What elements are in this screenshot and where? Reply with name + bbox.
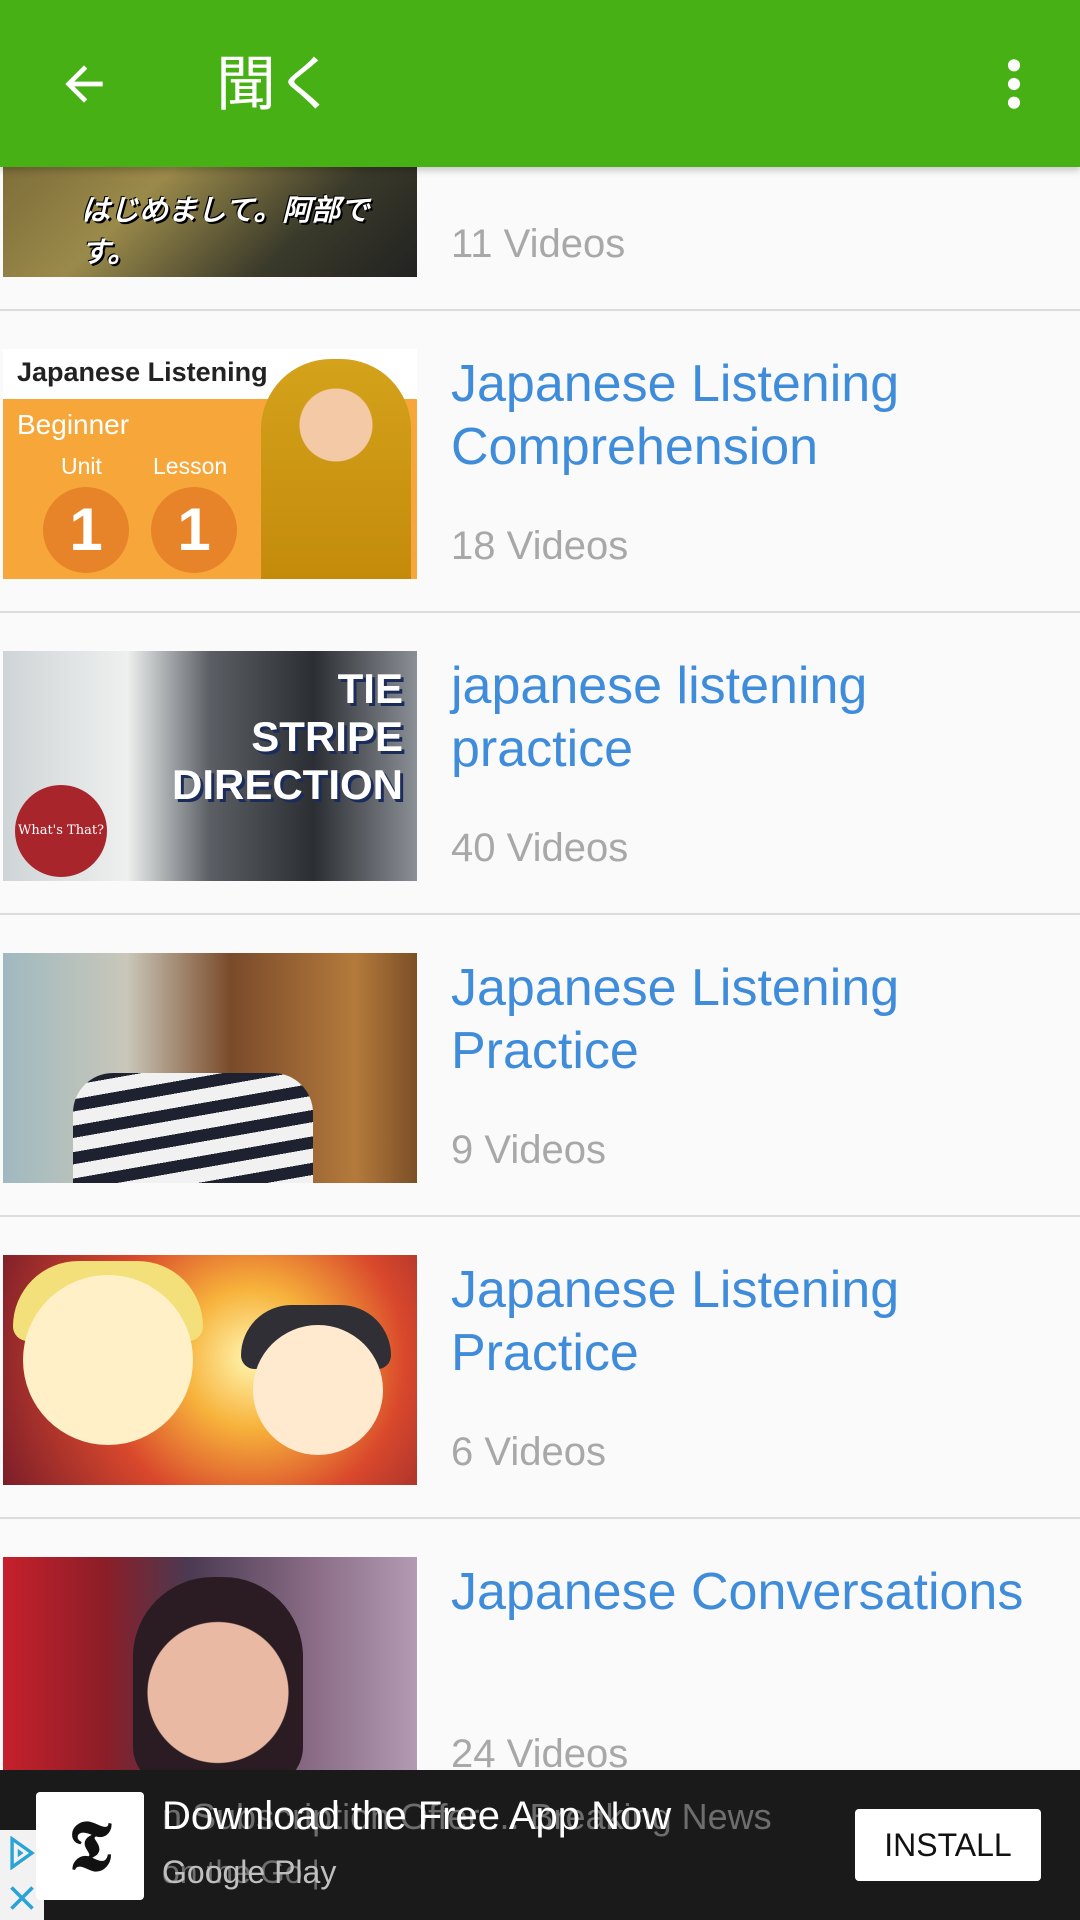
list-item[interactable]: Japanese Listening Beginner Unit Lesson … bbox=[0, 311, 1080, 613]
playlist-thumbnail: Japanese Listening Beginner Unit Lesson … bbox=[3, 349, 417, 579]
page-title: 聞く bbox=[216, 50, 336, 120]
thumbnail-level: Beginner bbox=[17, 409, 130, 440]
playlist-title: Japanese Conversations bbox=[451, 1563, 1024, 1621]
playlist-thumbnail bbox=[3, 953, 417, 1183]
video-count: 11 Videos bbox=[451, 222, 626, 266]
advertiser-logo: 𝕿 bbox=[36, 1792, 144, 1900]
ad-subtitle: Google Play bbox=[162, 1854, 337, 1890]
playlist-list: はじめまして。阿部です。 11 Videos Japanese Listenin… bbox=[0, 0, 1080, 1920]
thumbnail-character bbox=[23, 1275, 193, 1445]
back-button[interactable] bbox=[44, 44, 124, 124]
playlist-thumbnail bbox=[3, 1557, 417, 1797]
playlist-title: Japanese Listening Practice bbox=[451, 1261, 900, 1382]
ad-banner[interactable]: 𝕿 n Subscription Offer ... Breaking News… bbox=[0, 1770, 1080, 1920]
list-item[interactable]: Japanese Listening Practice 6 Videos bbox=[0, 1217, 1080, 1519]
thumbnail-person bbox=[73, 1073, 313, 1183]
thumbnail-seal: What's That? bbox=[15, 785, 107, 877]
thumbnail-word: STRIPE bbox=[251, 713, 403, 760]
playlist-title: japanese listening practice bbox=[451, 657, 868, 778]
thumbnail-unit-number: 1 bbox=[43, 487, 129, 573]
video-count: 40 Videos bbox=[451, 826, 629, 870]
app-bar: 聞く bbox=[0, 0, 1080, 167]
thumbnail-person bbox=[133, 1577, 303, 1787]
thumbnail-unit-label: Unit bbox=[61, 453, 102, 479]
thumbnail-caption: はじめまして。阿部です。 bbox=[81, 193, 370, 269]
thumbnail-lesson-number: 1 bbox=[151, 487, 237, 573]
playlist-title: Japanese Listening Practice bbox=[451, 959, 900, 1080]
more-vert-icon bbox=[1007, 59, 1021, 109]
playlist-thumbnail: TIE STRIPE DIRECTION What's That? bbox=[3, 651, 417, 881]
thumbnail-character bbox=[253, 1325, 383, 1455]
thumbnail-header: Japanese Listening bbox=[17, 357, 268, 387]
video-count: 18 Videos bbox=[451, 524, 629, 568]
thumbnail-person bbox=[261, 359, 411, 579]
adchoices-icon bbox=[10, 1835, 35, 1870]
install-button[interactable]: INSTALL bbox=[855, 1809, 1041, 1881]
playlist-title: Japanese Listening Comprehension bbox=[451, 355, 900, 476]
video-count: 9 Videos bbox=[451, 1128, 606, 1172]
arrow-back-icon bbox=[65, 65, 103, 103]
list-item[interactable]: TIE STRIPE DIRECTION What's That? japane… bbox=[0, 613, 1080, 915]
ad-headline: Download the Free App Now bbox=[162, 1794, 672, 1838]
overflow-menu-button[interactable] bbox=[984, 44, 1044, 124]
video-count: 6 Videos bbox=[451, 1430, 606, 1474]
thumbnail-lesson-label: Lesson bbox=[153, 453, 228, 479]
thumbnail-word: DIRECTION bbox=[172, 761, 403, 808]
close-icon bbox=[10, 1885, 34, 1910]
thumbnail-word: TIE bbox=[337, 665, 403, 712]
list-item[interactable]: Japanese Listening Practice 9 Videos bbox=[0, 915, 1080, 1217]
playlist-thumbnail bbox=[3, 1255, 417, 1485]
